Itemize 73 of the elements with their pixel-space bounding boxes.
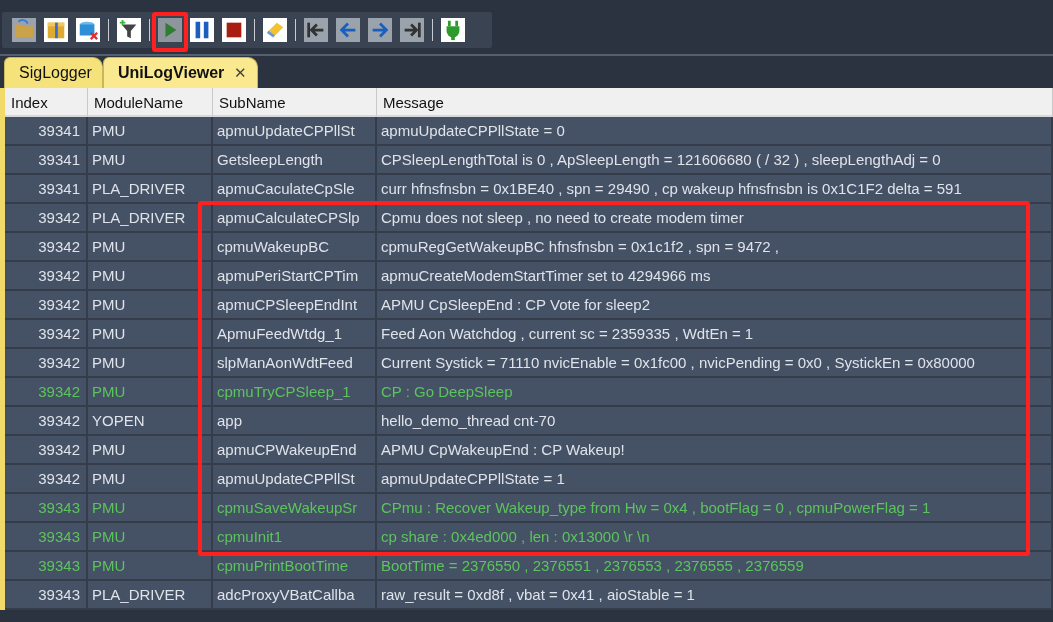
table-cell: hello_demo_thread cnt-70: [377, 407, 1053, 436]
table-cell: apmuUpdateCPPllState = 1: [377, 465, 1053, 494]
table-cell: 39342: [5, 233, 88, 262]
table-cell: 39342: [5, 291, 88, 320]
table-cell: apmuCalculateCPSlp: [213, 204, 377, 233]
table-cell: cpmuWakeupBC: [213, 233, 377, 262]
table-cell: 39342: [5, 407, 88, 436]
table-cell: apmuUpdateCPPllState = 0: [377, 117, 1053, 146]
table-cell: raw_result = 0xd8f , vbat = 0x41 , aioStable = 1: [377, 581, 1053, 610]
table-cell: cpmuRegGetWakeupBC hfnsfnsbn = 0x1c1f2 , spn = 9472 ,: [377, 233, 1053, 262]
table-cell: cp share : 0x4ed000 , len : 0x13000 \r \n: [377, 523, 1053, 552]
table-cell: PMU: [88, 494, 213, 523]
table-cell: PMU: [88, 523, 213, 552]
table-cell: GetsleepLength: [213, 146, 377, 175]
close-button[interactable]: ✕: [234, 61, 248, 85]
table-cell: 39342: [5, 262, 88, 291]
table-cell: cpmuSaveWakeupSr: [213, 494, 377, 523]
table-cell: cpmuTryCPSleep_1: [213, 378, 377, 407]
table-cell: app: [213, 407, 377, 436]
table-cell: PLA_DRIVER: [88, 175, 213, 204]
table-cell: adcProxyVBatCallba: [213, 581, 377, 610]
table-cell: PMU: [88, 436, 213, 465]
table-cell: PMU: [88, 378, 213, 407]
table-cell: 39343: [5, 581, 88, 610]
table-cell: PMU: [88, 465, 213, 494]
table-cell: apmuCPSleepEndInt: [213, 291, 377, 320]
table-cell: apmuCreateModemStartTimer set to 4294966 ms: [377, 262, 1053, 291]
table-cell: Feed Aon Watchdog , current sc = 2359335 , WdtEn = 1: [377, 320, 1053, 349]
table-cell: PLA_DRIVER: [88, 581, 213, 610]
tab[interactable]: SigLogger: [4, 57, 103, 88]
table-cell: PMU: [88, 146, 213, 175]
table-cell: 39342: [5, 320, 88, 349]
table-cell: PMU: [88, 349, 213, 378]
column-header[interactable]: Index: [5, 88, 88, 117]
table-cell: APMU CpWakeupEnd : CP Wakeup!: [377, 436, 1053, 465]
table-cell: PMU: [88, 117, 213, 146]
table-cell: cpmuInit1: [213, 523, 377, 552]
table-cell: 39342: [5, 465, 88, 494]
table-cell: 39342: [5, 378, 88, 407]
table-cell: PMU: [88, 233, 213, 262]
table-cell: 39343: [5, 523, 88, 552]
table-cell: PMU: [88, 262, 213, 291]
table-cell: apmuUpdateCPPllSt: [213, 465, 377, 494]
column-header[interactable]: SubName: [213, 88, 377, 117]
table-cell: 39341: [5, 117, 88, 146]
tab-label: UniLogViewer: [117, 63, 225, 83]
table-cell: CPmu : Recover Wakeup_type from Hw = 0x4 , bootFlag = 0 , cpmuPowerFlag = 1: [377, 494, 1053, 523]
table-cell: 39342: [5, 349, 88, 378]
tab-label: SigLogger: [19, 63, 92, 83]
table-cell: 39342: [5, 204, 88, 233]
table-cell: 39342: [5, 436, 88, 465]
table-cell: PMU: [88, 320, 213, 349]
table-cell: YOPEN: [88, 407, 213, 436]
table-cell: 39343: [5, 494, 88, 523]
table-cell: CPSleepLengthTotal is 0 , ApSleepLength = 121606680 ( / 32 ) , sleepLengthAdj = 0: [377, 146, 1053, 175]
table-cell: PMU: [88, 291, 213, 320]
table-cell: slpManAonWdtFeed: [213, 349, 377, 378]
table-cell: APMU CpSleepEnd : CP Vote for sleep2: [377, 291, 1053, 320]
table-cell: apmuUpdateCPPllSt: [213, 117, 377, 146]
table-cell: 39343: [5, 552, 88, 581]
table-cell: PMU: [88, 552, 213, 581]
table-cell: Current Systick = 71110 nvicEnable = 0x1fc00 , nvicPending = 0x0 , SystickEn = 0x80000: [377, 349, 1053, 378]
table-cell: 39341: [5, 146, 88, 175]
table-cell: PLA_DRIVER: [88, 204, 213, 233]
column-header[interactable]: ModuleName: [88, 88, 213, 117]
table-cell: apmuCPWakeupEnd: [213, 436, 377, 465]
tab[interactable]: UniLogViewer ✕: [102, 57, 259, 88]
table-cell: CP : Go DeepSleep: [377, 378, 1053, 407]
table-cell: Cpmu does not sleep , no need to create modem timer: [377, 204, 1053, 233]
table-cell: ApmuFeedWtdg_1: [213, 320, 377, 349]
table-cell: 39341: [5, 175, 88, 204]
table-cell: apmuPeriStartCPTim: [213, 262, 377, 291]
column-header[interactable]: Message: [377, 88, 1053, 117]
